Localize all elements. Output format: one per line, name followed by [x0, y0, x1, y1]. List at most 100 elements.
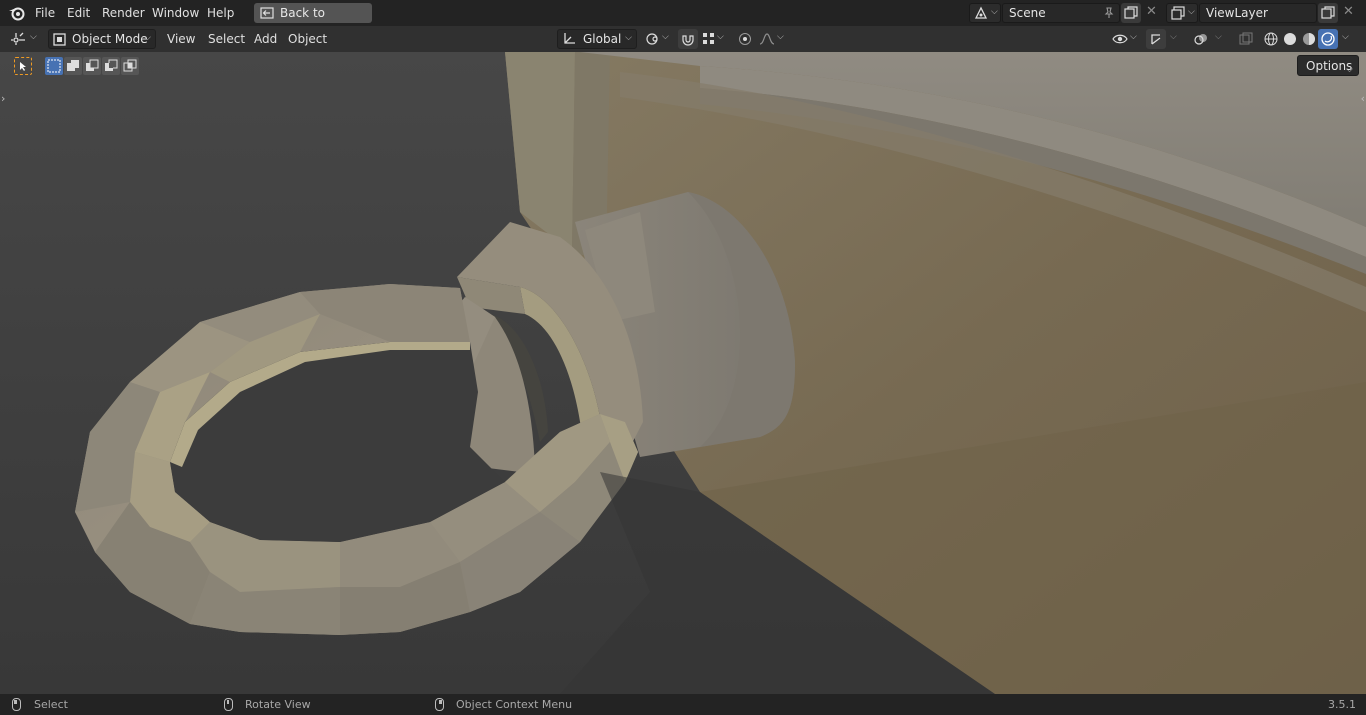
shading-options-dropdown[interactable]: ⌵	[1338, 29, 1356, 49]
tool-settings-bar: Options ⌵	[0, 52, 1366, 78]
menu-select[interactable]: Select	[208, 26, 245, 52]
top-bar: File Edit Render Window Help Back to Pre…	[0, 0, 1366, 40]
chevron-down-icon: ⌵	[1170, 32, 1177, 42]
version-label: 3.5.1	[1328, 698, 1356, 711]
menu-help[interactable]: Help	[207, 0, 234, 26]
view-layer-name-field[interactable]: ViewLayer	[1199, 3, 1317, 23]
overlays-toggle[interactable]	[1191, 29, 1211, 49]
chevron-down-icon: ⌵	[777, 32, 784, 42]
chevron-down-icon: ⌵	[717, 32, 724, 42]
view-layer-browse-button[interactable]: ⌵	[1166, 3, 1198, 23]
menu-file[interactable]: File	[35, 0, 55, 26]
scene-browse-button[interactable]: ⌵	[969, 3, 1001, 23]
select-intersect-icon	[123, 59, 137, 72]
eye-icon	[1112, 34, 1128, 44]
duplicate-icon	[1124, 6, 1138, 19]
status-context-menu-hint: Object Context Menu	[456, 698, 573, 711]
menu-window[interactable]: Window	[152, 0, 199, 26]
new-scene-button[interactable]	[1121, 3, 1141, 23]
mouse-middle-click-icon	[224, 698, 233, 711]
view-layer-name: ViewLayer	[1206, 6, 1268, 20]
chevron-down-icon: ⌵	[1346, 65, 1353, 75]
back-to-previous-button[interactable]: Back to Previous	[254, 3, 372, 40]
xray-icon	[1239, 32, 1253, 45]
chevron-down-icon: ⌵	[144, 33, 151, 43]
delete-scene-button[interactable]: ✕	[1141, 3, 1161, 23]
sidebar-expand-icon[interactable]: ‹	[1361, 92, 1365, 105]
render-layers-icon	[1171, 6, 1185, 20]
chevron-down-icon: ⌵	[1130, 32, 1137, 42]
overlays-icon	[1194, 34, 1207, 45]
snap-target-button[interactable]: ⌵	[699, 29, 727, 49]
object-visibility-button[interactable]: ⌵	[1110, 29, 1142, 49]
proportional-falloff-button[interactable]: ⌵	[757, 29, 787, 49]
select-new-icon	[47, 59, 61, 73]
wireframe-sphere-icon	[1264, 32, 1278, 46]
orientation-global-icon	[564, 33, 575, 44]
pivot-point-button[interactable]: ⌵	[644, 29, 672, 49]
overlays-dropdown[interactable]: ⌵	[1211, 29, 1229, 49]
mouse-right-click-icon	[435, 698, 444, 711]
shading-wireframe-button[interactable]	[1261, 29, 1281, 49]
scene-name-field[interactable]: Scene	[1002, 3, 1120, 23]
menu-view[interactable]: View	[167, 26, 195, 52]
select-subtract-icon	[86, 59, 99, 71]
close-icon: ✕	[1343, 4, 1354, 19]
chevron-down-icon: ⌵	[1188, 7, 1195, 17]
new-view-layer-button[interactable]	[1318, 3, 1338, 23]
3d-viewport[interactable]: Options ⌵ › ‹	[0, 52, 1366, 694]
shading-material-button[interactable]	[1299, 29, 1319, 49]
menu-edit[interactable]: Edit	[67, 0, 90, 26]
menu-render[interactable]: Render	[102, 0, 145, 26]
shading-rendered-button[interactable]	[1318, 29, 1338, 49]
select-mode-new-button[interactable]	[45, 57, 63, 75]
toolbar-expand-icon[interactable]: ›	[1, 92, 5, 105]
chevron-down-icon: ⌵	[30, 32, 37, 42]
solid-sphere-icon	[1284, 33, 1296, 45]
editor-type-button[interactable]: ⌵	[8, 29, 42, 49]
select-mode-difference-button[interactable]	[102, 57, 120, 75]
chevron-down-icon: ⌵	[625, 33, 632, 43]
shading-solid-button[interactable]	[1280, 29, 1300, 49]
duplicate-icon	[1321, 6, 1335, 19]
delete-view-layer-button[interactable]: ✕	[1338, 3, 1358, 23]
menu-object[interactable]: Object	[288, 26, 327, 52]
status-rotate-view-hint: Rotate View	[245, 698, 311, 711]
select-mode-intersect-button[interactable]	[121, 57, 139, 75]
object-mode-icon	[53, 33, 66, 46]
menu-add[interactable]: Add	[254, 26, 277, 52]
chevron-down-icon: ⌵	[991, 7, 998, 17]
transform-orientation-dropdown[interactable]: Global ⌵	[557, 29, 637, 49]
back-icon	[260, 7, 274, 19]
transform-orientation-label: Global	[583, 32, 622, 46]
gizmos-dropdown[interactable]: ⌵	[1166, 29, 1184, 49]
gizmos-toggle[interactable]	[1146, 29, 1166, 49]
object-mode-dropdown[interactable]: Object Mode ⌵	[48, 29, 156, 49]
blender-logo-icon[interactable]	[8, 5, 26, 21]
chevron-down-icon: ⌵	[1342, 32, 1349, 42]
select-mode-extend-button[interactable]	[64, 57, 82, 75]
select-difference-icon	[105, 59, 118, 71]
gizmo-icon	[1151, 34, 1161, 45]
select-extend-icon	[67, 60, 79, 71]
magnet-icon	[682, 35, 694, 46]
proportional-editing-toggle[interactable]	[735, 29, 755, 49]
object-mode-label: Object Mode	[72, 32, 148, 46]
scene-icon	[974, 6, 988, 19]
viewport-render[interactable]	[0, 52, 1366, 694]
pivot-icon	[646, 33, 658, 45]
select-box-tool-button[interactable]	[14, 57, 32, 75]
pin-icon[interactable]	[1103, 7, 1115, 19]
select-mode-subtract-button[interactable]	[83, 57, 101, 75]
snap-increment-icon	[703, 33, 714, 44]
scene-name: Scene	[1009, 6, 1046, 20]
snap-toggle[interactable]	[678, 29, 698, 49]
rendered-sphere-icon	[1321, 32, 1335, 46]
mouse-left-click-icon	[12, 698, 21, 711]
3d-viewport-icon	[11, 32, 25, 45]
options-dropdown[interactable]: Options ⌵	[1297, 55, 1359, 76]
falloff-smooth-icon	[759, 33, 775, 45]
xray-toggle[interactable]	[1236, 29, 1256, 49]
viewport-header: ⌵ Object Mode ⌵ View Select Add Object G…	[0, 26, 1366, 52]
chevron-down-icon: ⌵	[1215, 32, 1222, 42]
